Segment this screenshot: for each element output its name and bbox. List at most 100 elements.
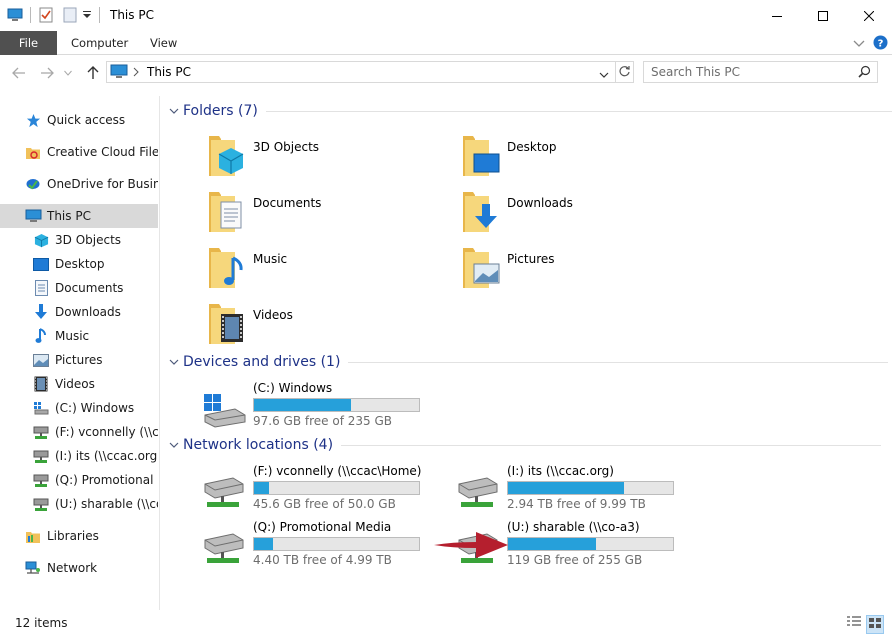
network-drive-icon: [455, 472, 501, 512]
onedrive-icon: [24, 175, 42, 193]
group-header-folders[interactable]: Folders (7): [169, 100, 892, 122]
cube-folder-icon: [207, 132, 247, 180]
sidebar-item-network[interactable]: Network: [0, 556, 158, 580]
group-header-network-locations[interactable]: Network locations (4): [169, 434, 882, 456]
computer-icon: [6, 6, 24, 24]
breadcrumb-this-pc[interactable]: This PC: [147, 65, 191, 79]
tab-file[interactable]: File: [0, 31, 57, 55]
drive-usage-fill: [254, 482, 269, 494]
window-title: This PC: [110, 8, 154, 22]
sidebar-item-downloads[interactable]: Downloads: [0, 300, 158, 324]
drive-usage-fill: [508, 482, 625, 494]
network-drive-icon: [32, 423, 50, 441]
collapse-chevron-icon[interactable]: [169, 355, 179, 369]
refresh-icon[interactable]: [618, 65, 631, 81]
music-note-icon: [32, 327, 50, 345]
film-icon: [32, 375, 50, 393]
download-arrow-icon: [32, 303, 50, 321]
pictures-folder-icon: [461, 244, 501, 292]
title-bar: This PC: [0, 0, 892, 31]
network-drive-q[interactable]: (Q:) Promotional Media 4.40 TB free of 4…: [201, 520, 441, 568]
recent-locations-chevron-icon[interactable]: [62, 64, 74, 82]
sidebar-item-libraries[interactable]: Libraries: [0, 524, 158, 548]
sidebar-item-onedrive[interactable]: OneDrive for Business: [0, 172, 158, 196]
address-bar[interactable]: This PC: [106, 61, 634, 83]
breadcrumb-separator-icon[interactable]: [133, 66, 139, 80]
new-folder-icon[interactable]: [61, 6, 79, 24]
picture-icon: [32, 351, 50, 369]
network-drive-f[interactable]: (F:) vconnelly (\\ccac\Home) 45.6 GB fre…: [201, 464, 441, 512]
sidebar-item-documents[interactable]: Documents: [0, 276, 158, 300]
folder-downloads[interactable]: Downloads: [461, 188, 701, 240]
search-input[interactable]: [651, 65, 851, 79]
libraries-icon: [24, 527, 42, 545]
up-arrow-icon[interactable]: [84, 64, 102, 82]
drive-usage-bar: [253, 398, 420, 412]
drive-usage-bar: [253, 481, 420, 495]
computer-icon: [24, 207, 42, 225]
folder-documents[interactable]: Documents: [207, 188, 447, 240]
status-bar: 12 items: [0, 610, 892, 635]
drive-usage-fill: [508, 538, 596, 550]
network-drive-icon: [201, 472, 247, 512]
drive-usage-bar: [507, 537, 674, 551]
sidebar-item-videos[interactable]: Videos: [0, 372, 158, 396]
sidebar-item-i-drive[interactable]: (I:) its (\\ccac.org): [0, 444, 158, 468]
computer-icon: [110, 64, 128, 83]
help-icon[interactable]: ?: [873, 35, 888, 53]
folder-desktop[interactable]: Desktop: [461, 132, 701, 184]
folder-pictures[interactable]: Pictures: [461, 244, 701, 296]
sidebar-item-3d-objects[interactable]: 3D Objects: [0, 228, 158, 252]
item-count: 12 items: [15, 616, 68, 630]
folder-music[interactable]: Music: [207, 244, 447, 296]
drive-usage-bar: [507, 481, 674, 495]
properties-icon[interactable]: [37, 6, 55, 24]
search-box[interactable]: [643, 61, 878, 83]
sidebar-item-q-drive[interactable]: (Q:) Promotional Media: [0, 468, 158, 492]
minimize-button[interactable]: [754, 0, 800, 31]
forward-arrow-icon[interactable]: [38, 64, 56, 82]
back-arrow-icon[interactable]: [10, 64, 28, 82]
sidebar-item-f-drive[interactable]: (F:) vconnelly (\\ccac\Home): [0, 420, 158, 444]
collapse-chevron-icon[interactable]: [169, 104, 179, 118]
sidebar-item-desktop[interactable]: Desktop: [0, 252, 158, 276]
ribbon-tabs: File Computer View ?: [0, 31, 892, 55]
videos-folder-icon: [207, 300, 247, 348]
sidebar-item-pictures[interactable]: Pictures: [0, 348, 158, 372]
folder-3d-objects[interactable]: 3D Objects: [207, 132, 447, 184]
large-icons-view-icon[interactable]: [866, 615, 884, 634]
sidebar-item-c-drive[interactable]: (C:) Windows: [0, 396, 158, 420]
svg-text:?: ?: [878, 39, 884, 50]
sidebar-item-quick-access[interactable]: Quick access: [0, 108, 158, 132]
desktop-folder-icon: [461, 132, 501, 180]
tab-computer[interactable]: Computer: [71, 31, 128, 55]
annotation-arrow-icon: [434, 532, 508, 558]
maximize-button[interactable]: [800, 0, 846, 31]
documents-folder-icon: [207, 188, 247, 236]
address-dropdown-chevron-icon[interactable]: [599, 68, 609, 82]
close-button[interactable]: [846, 0, 892, 31]
details-view-icon[interactable]: [846, 615, 862, 634]
sidebar-item-creative-cloud-files[interactable]: Creative Cloud Files: [0, 140, 158, 164]
sidebar-item-music[interactable]: Music: [0, 324, 158, 348]
star-icon: [24, 111, 42, 129]
network-drive-icon: [32, 495, 50, 513]
collapse-chevron-icon[interactable]: [169, 438, 179, 452]
search-icon[interactable]: [858, 65, 871, 81]
sidebar-item-this-pc[interactable]: This PC: [0, 204, 158, 228]
drive-usage-bar: [253, 537, 420, 551]
drive-usage-fill: [254, 538, 274, 550]
network-drive-i[interactable]: (I:) its (\\ccac.org) 2.94 TB free of 9.…: [455, 464, 695, 512]
tab-view[interactable]: View: [150, 31, 177, 55]
creative-cloud-icon: [24, 143, 42, 161]
customize-dropdown-icon[interactable]: [81, 6, 93, 24]
sidebar-item-u-drive[interactable]: (U:) sharable (\\co-a3): [0, 492, 158, 516]
network-drive-icon: [32, 471, 50, 489]
drive-c-windows[interactable]: (C:) Windows 97.6 GB free of 235 GB: [201, 381, 441, 429]
cube-icon: [32, 231, 50, 249]
downloads-folder-icon: [461, 188, 501, 236]
group-header-devices-and-drives[interactable]: Devices and drives (1): [169, 351, 889, 373]
windows-drive-icon: [201, 389, 247, 429]
expand-ribbon-chevron-icon[interactable]: [853, 37, 865, 51]
folder-videos[interactable]: Videos: [207, 300, 447, 352]
